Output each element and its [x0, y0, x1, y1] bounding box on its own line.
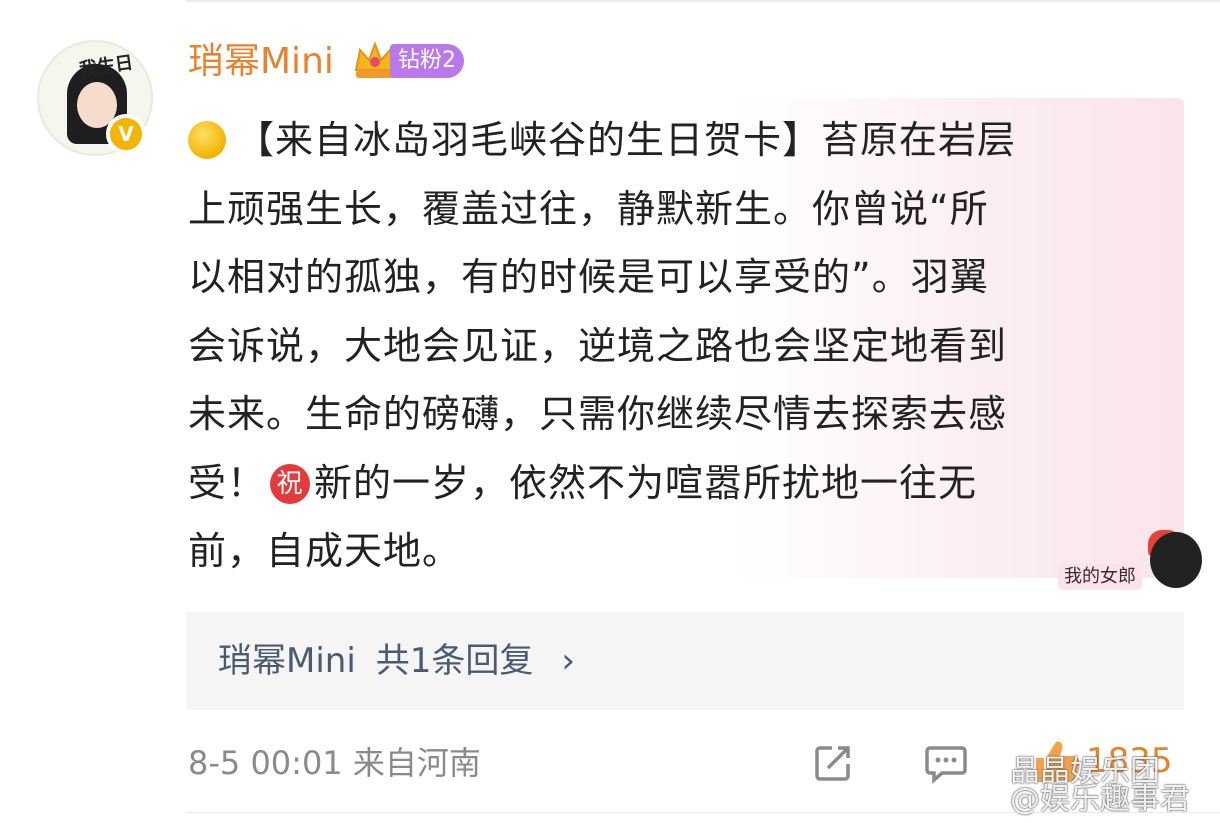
- content-line: 未来。生命的磅礴，只需你继续尽情去探索去感: [188, 392, 1008, 436]
- chevron-right-icon: ›: [561, 641, 576, 681]
- coin-emoji-icon: [188, 121, 226, 159]
- top-divider: [186, 0, 1220, 2]
- reply-author[interactable]: 琑幂Mini: [218, 641, 356, 681]
- content-line: 会诉说，大地会见证，逆境之路也会坚定地看到: [188, 323, 1008, 368]
- reply-preview[interactable]: 琑幂Mini 共1条回复 ›: [218, 638, 595, 684]
- weibo-logo-icon: [975, 772, 1005, 794]
- content-line: 受！祝新的一岁，依然不为喧嚣所扰地一往无: [188, 449, 1148, 518]
- bottom-divider: [186, 812, 1220, 813]
- content-line-text: 【来自冰岛羽毛峡谷的生日贺卡】苔原在岩层: [236, 118, 1017, 162]
- username[interactable]: 琑幂Mini: [188, 40, 334, 84]
- watermark-line-2: @娱乐趣事君: [1010, 782, 1190, 817]
- content-line: 【来自冰岛羽毛峡谷的生日贺卡】苔原在岩层: [188, 106, 1148, 175]
- content-line: 以相对的孤独，有的时候是可以享受的”。羽翼: [188, 255, 989, 299]
- reply-count[interactable]: 共1条回复: [376, 641, 534, 681]
- post-time: 8-5 00:01: [188, 744, 343, 782]
- sticker-character-icon: [1150, 532, 1202, 588]
- post-meta: 8-5 00:01 来自河南: [188, 740, 481, 786]
- post-location: 来自河南: [352, 744, 481, 782]
- avatar-caption: 我生日: [78, 52, 135, 81]
- content-line: 前，自成天地。: [188, 529, 462, 573]
- comment-icon[interactable]: [924, 742, 968, 784]
- content-line: 上顽强生长，覆盖过往，静默新生。你曾说“所: [188, 186, 989, 231]
- comment-text: 【来自冰岛羽毛峡谷的生日贺卡】苔原在岩层 上顽强生长，覆盖过往，静默新生。你曾说…: [188, 106, 1148, 586]
- verified-icon: V: [106, 114, 146, 154]
- sticker-label: 我的女郎: [1058, 564, 1142, 590]
- content-line-text: 受！: [188, 460, 267, 505]
- content-line-text: 新的一岁，依然不为喧嚣所扰地一往无: [314, 460, 978, 505]
- fan-badge[interactable]: 钻粉2: [390, 44, 464, 78]
- zhu-emoji-icon: 祝: [270, 463, 311, 504]
- share-icon[interactable]: [812, 742, 854, 784]
